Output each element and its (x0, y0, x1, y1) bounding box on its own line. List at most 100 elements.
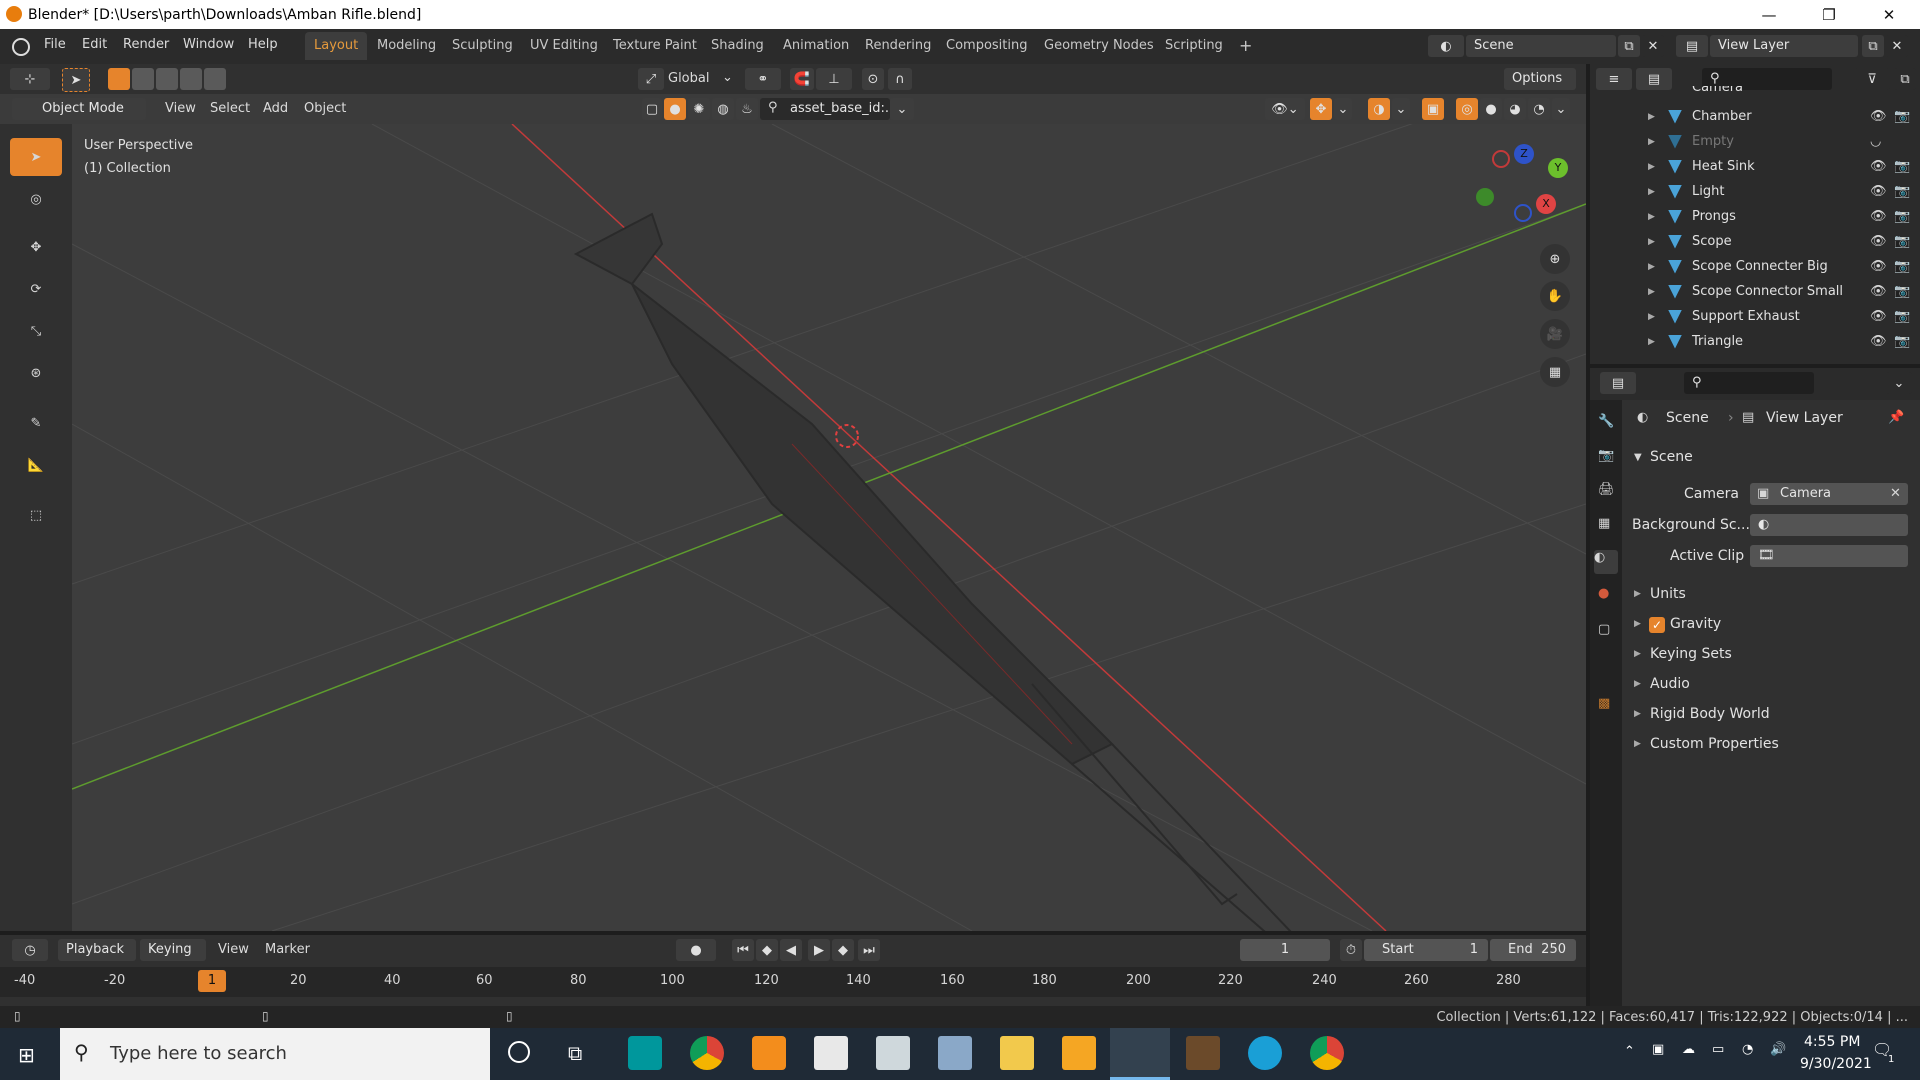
sublime-app-icon[interactable] (752, 1036, 786, 1070)
current-frame-marker[interactable]: 1 (198, 970, 226, 992)
clear-camera-icon[interactable]: ✕ (1890, 486, 1901, 501)
custom-properties-section[interactable]: Custom Properties (1650, 736, 1779, 752)
menu-help[interactable]: Help (248, 37, 278, 52)
tray-app-icon[interactable]: ▣ (1652, 1042, 1664, 1057)
active-clip-field[interactable]: 🎞 (1750, 545, 1908, 567)
select-box-extend-icon[interactable] (132, 68, 154, 90)
properties-options-icon[interactable]: ⌄ (1886, 372, 1912, 394)
visibility-eye-icon[interactable]: 👁 (1870, 159, 1887, 174)
tray-chevron-icon[interactable]: ⌃ (1624, 1044, 1635, 1059)
rigid-body-world-section[interactable]: Rigid Body World (1650, 706, 1770, 722)
pivot-point-icon[interactable]: ⚭ (745, 68, 781, 90)
wireframe-shading-icon[interactable]: ◎ (1456, 98, 1478, 120)
render-camera-icon[interactable]: 📷 (1894, 184, 1910, 199)
gizmo-neg-y-axis[interactable] (1476, 188, 1494, 206)
gizmo-toggle-icon[interactable]: ✥ (1310, 98, 1332, 120)
texture-tab-icon[interactable]: ▩ (1598, 696, 1610, 711)
keying-sets-section[interactable]: Keying Sets (1650, 646, 1732, 662)
object-type-filter-icon[interactable]: ▢ (642, 98, 662, 120)
snap-icon[interactable]: 🧲 (790, 68, 814, 90)
tab-layout[interactable]: Layout (305, 32, 368, 60)
expand-arrow-icon[interactable]: ▶ (1648, 237, 1655, 247)
options-dropdown[interactable]: Options (1504, 68, 1576, 90)
pin-icon[interactable]: 📌 (1888, 410, 1904, 425)
expand-arrow-icon[interactable]: ▶ (1648, 287, 1655, 297)
play-reverse-icon[interactable]: ◀ (780, 939, 802, 961)
select-box-intersect-icon[interactable] (204, 68, 226, 90)
outliner-row-scope-connecter-big[interactable]: ▶ Scope Connecter Big 👁 📷 (1590, 254, 1920, 279)
clock-date[interactable]: 9/30/2021 (1800, 1056, 1872, 1072)
scene-selector-icon[interactable]: ◐ (1428, 35, 1464, 57)
asset-search-field[interactable]: asset_base_id:... (760, 98, 897, 120)
rendered-shading-icon[interactable]: ◔ (1528, 98, 1550, 120)
asset-dropdown-icon[interactable]: ⌄ (890, 98, 914, 120)
maximize-button[interactable]: ❐ (1800, 0, 1858, 29)
shading-dropdown-icon[interactable]: ⌄ (1552, 98, 1570, 120)
visibility-eye-icon[interactable]: 👁 (1870, 234, 1887, 249)
app-f-icon[interactable] (1062, 1036, 1096, 1070)
render-camera-icon[interactable]: 📷 (1894, 234, 1910, 249)
menu-window[interactable]: Window (183, 37, 234, 52)
proportional-edit-icon[interactable]: ⊙ (862, 68, 884, 90)
outliner-row-chamber[interactable]: ▶ Chamber 👁 📷 (1590, 104, 1920, 129)
menu-edit[interactable]: Edit (82, 37, 107, 52)
zoom-icon[interactable]: ⊕ (1540, 244, 1570, 274)
minecraft-app-icon[interactable] (1186, 1036, 1220, 1070)
select-box-subtract-icon[interactable] (156, 68, 178, 90)
select-tool-button[interactable]: ➤ (10, 138, 62, 176)
select-box-new-icon[interactable] (108, 68, 130, 90)
collection-tab-icon[interactable]: ▢ (1598, 622, 1610, 637)
wifi-icon[interactable]: ◔ (1742, 1042, 1753, 1057)
render-camera-icon[interactable]: 📷 (1894, 209, 1910, 224)
object-mode-dropdown[interactable]: Object Mode (12, 98, 146, 120)
outliner-row-empty[interactable]: ▶ Empty ◡ (1590, 129, 1920, 154)
scene-field[interactable]: Scene (1466, 35, 1616, 57)
scene-tab-icon[interactable]: ◐ (1594, 550, 1618, 574)
pan-hand-icon[interactable]: ✋ (1540, 281, 1570, 311)
tab-shading[interactable]: Shading (702, 32, 773, 60)
start-frame-field[interactable]: Start 1 (1364, 939, 1488, 961)
taskbar-search-box[interactable]: ⚲ Type here to search (60, 1028, 490, 1080)
snap-target-icon[interactable]: ⊥ (816, 68, 852, 90)
measure-tool-button[interactable]: 📐 (10, 446, 62, 484)
render-camera-icon[interactable]: 📷 (1894, 109, 1910, 124)
render-camera-icon[interactable]: 📷 (1894, 309, 1910, 324)
material-shading-icon[interactable]: ◕ (1504, 98, 1526, 120)
outliner-row-heat-sink[interactable]: ▶ Heat Sink 👁 📷 (1590, 154, 1920, 179)
view-layer-icon[interactable]: ▤ (1676, 35, 1708, 57)
node-filter-icon[interactable]: ♨ (736, 98, 758, 120)
output-tab-icon[interactable]: 🖨 (1598, 482, 1615, 497)
hidden-eye-icon[interactable]: ◡ (1870, 134, 1881, 149)
menu-file[interactable]: File (44, 37, 66, 52)
visibility-eye-icon[interactable]: 👁 (1870, 184, 1887, 199)
transform-orientation-icon[interactable]: ⤢ (638, 68, 664, 90)
select-menu[interactable]: Select (210, 101, 250, 116)
visibility-eye-icon[interactable]: 👁 (1870, 334, 1887, 349)
tool-tab-icon[interactable]: 🔧 (1598, 414, 1614, 429)
tray-cloud-icon[interactable]: ☁ (1682, 1042, 1695, 1057)
properties-search-field[interactable]: ⚲ (1684, 372, 1814, 394)
orientation-dropdown[interactable]: Global (668, 71, 709, 86)
battery-icon[interactable]: ▭ (1712, 1042, 1724, 1057)
visibility-eye-icon[interactable]: 👁 (1870, 284, 1887, 299)
playback-menu[interactable]: Playback (58, 939, 136, 961)
background-scene-field[interactable]: ◐ (1750, 514, 1908, 536)
view-layer-field[interactable]: View Layer (1710, 35, 1858, 57)
units-section[interactable]: Units (1650, 586, 1686, 602)
render-camera-icon[interactable]: 📷 (1894, 159, 1910, 174)
next-keyframe-icon[interactable]: ◆ (832, 939, 854, 961)
timeline-view-menu[interactable]: View (218, 942, 249, 957)
outliner-row-light[interactable]: ▶ Light 👁 📷 (1590, 179, 1920, 204)
overlay-dropdown-icon[interactable]: ⌄ (1392, 98, 1410, 120)
prev-keyframe-icon[interactable]: ◆ (756, 939, 778, 961)
light-filter-icon[interactable]: ✺ (688, 98, 710, 120)
tab-scripting[interactable]: Scripting (1156, 32, 1232, 60)
visibility-eye-icon[interactable]: 👁 (1870, 209, 1887, 224)
overlay-toggle-icon[interactable]: ◑ (1368, 98, 1390, 120)
remove-view-layer-icon[interactable]: ✕ (1886, 35, 1908, 57)
tab-geometry-nodes[interactable]: Geometry Nodes (1035, 32, 1163, 60)
blender-menu-icon[interactable] (12, 38, 30, 56)
timeline-editor-icon[interactable]: ◷ (12, 939, 48, 961)
task-view-icon[interactable]: ⧉ (568, 1041, 582, 1065)
gravity-section[interactable]: Gravity (1670, 616, 1721, 632)
